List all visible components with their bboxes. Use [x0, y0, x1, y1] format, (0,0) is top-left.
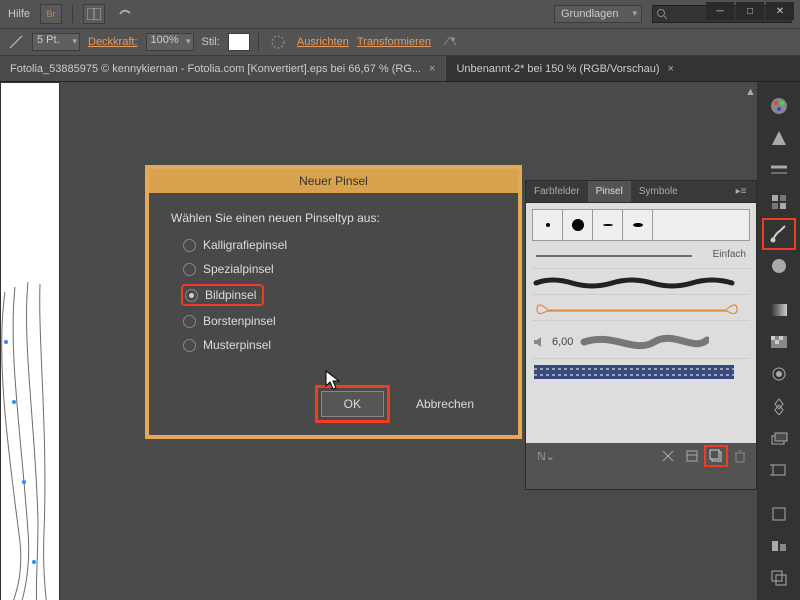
remove-stroke-icon[interactable]	[658, 447, 678, 465]
tab-swatches[interactable]: Farbfelder	[526, 181, 588, 202]
brush-panel-tabs: Farbfelder Pinsel Symbole ▸≡	[526, 181, 756, 203]
tab-brushes[interactable]: Pinsel	[588, 181, 631, 202]
workspace-dropdown[interactable]: Grundlagen	[554, 5, 642, 23]
panel-menu-icon[interactable]: ▸≡	[726, 181, 756, 202]
new-brush-button[interactable]	[706, 447, 726, 465]
stroke-width-input[interactable]: 5 Pt.	[32, 33, 80, 51]
doc-tab-label: Unbenannt-2* bei 150 % (RGB/Vorschau)	[456, 63, 659, 75]
recolor-icon[interactable]	[267, 32, 289, 52]
transform-link[interactable]: Transformieren	[357, 36, 431, 48]
brush-simple-label: Einfach	[713, 249, 746, 260]
style-label: Stil:	[202, 36, 220, 48]
close-icon[interactable]: ×	[429, 63, 435, 75]
new-brush-dialog: Neuer Pinsel Wählen Sie einen neuen Pins…	[145, 165, 522, 439]
bridge-icon[interactable]: Br	[40, 4, 62, 24]
color-icon[interactable]	[764, 92, 794, 120]
dialog-buttons: OK Abbrechen	[321, 391, 496, 417]
dialog-prompt: Wählen Sie einen neuen Pinseltyp aus:	[171, 211, 496, 225]
style-swatch[interactable]	[228, 33, 250, 51]
tab-symbols[interactable]: Symbole	[631, 181, 686, 202]
brush-tip-3[interactable]	[593, 210, 623, 240]
options-bar: 5 Pt. Deckkraft: 100% Stil: Ausrichten T…	[0, 28, 800, 56]
document-tabs: Fotolia_53885975 © kennykiernan - Fotoli…	[0, 56, 800, 82]
doc-tab-2[interactable]: Unbenannt-2* bei 150 % (RGB/Vorschau) ×	[445, 56, 683, 81]
layers-icon[interactable]	[764, 424, 794, 452]
dialog-body: Wählen Sie einen neuen Pinseltyp aus: Ka…	[149, 193, 518, 375]
radio-calligraphy[interactable]: Kalligrafiepinsel	[171, 233, 496, 257]
brush-tip-5[interactable]	[653, 210, 749, 240]
brush-list[interactable]: Einfach 6,00	[526, 203, 756, 443]
close-button[interactable]: ✕	[766, 2, 794, 20]
panel-dock	[757, 82, 800, 600]
radio-label: Bildpinsel	[205, 288, 256, 302]
brush-size-row[interactable]: 6,00	[532, 325, 750, 359]
dialog-title: Neuer Pinsel	[149, 169, 518, 193]
swatches-icon[interactable]	[764, 188, 794, 216]
opacity-label[interactable]: Deckkraft:	[88, 36, 138, 48]
stroke-width-value: 5 Pt.	[37, 34, 60, 46]
transparency-icon[interactable]	[764, 328, 794, 356]
radio-label: Spezialpinsel	[203, 262, 274, 276]
radio-label: Borstenpinsel	[203, 314, 276, 328]
menubar: Hilfe Br Grundlagen ─ □ ✕	[0, 0, 800, 28]
maximize-button[interactable]: □	[736, 2, 764, 20]
radio-bristle[interactable]: Borstenpinsel	[171, 309, 496, 333]
help-menu[interactable]: Hilfe	[8, 8, 30, 20]
ok-button[interactable]: OK	[321, 391, 384, 417]
brush-panel-footer: ℕ⌄	[526, 443, 756, 469]
gpu-icon[interactable]	[115, 4, 137, 24]
appearance-icon[interactable]	[764, 360, 794, 388]
line-tool-icon	[8, 34, 24, 50]
brush-simple[interactable]: Einfach	[532, 247, 750, 269]
isolate-icon[interactable]	[439, 32, 461, 52]
brush-tip-2[interactable]	[563, 210, 593, 240]
brushes-icon[interactable]	[764, 220, 794, 248]
radio-pattern[interactable]: Musterpinsel	[171, 333, 496, 357]
pathfinder-icon[interactable]	[764, 564, 794, 592]
doc-tab-label: Fotolia_53885975 © kennykiernan - Fotoli…	[10, 63, 421, 75]
guide-icon[interactable]	[764, 124, 794, 152]
brush-rough[interactable]	[532, 273, 750, 295]
doc-tab-1[interactable]: Fotolia_53885975 © kennykiernan - Fotoli…	[0, 56, 445, 81]
artboards-icon[interactable]	[764, 456, 794, 484]
align-icon[interactable]	[764, 532, 794, 560]
speaker-icon	[532, 335, 546, 349]
brush-tip-4[interactable]	[623, 210, 653, 240]
radio-label: Musterpinsel	[203, 338, 271, 352]
radio-label: Kalligrafiepinsel	[203, 238, 287, 252]
minimize-button[interactable]: ─	[706, 2, 734, 20]
opacity-input[interactable]: 100%	[146, 33, 194, 51]
arrange-docs-icon[interactable]	[83, 4, 105, 24]
window-controls: ─ □ ✕	[706, 2, 794, 20]
cancel-button[interactable]: Abbrechen	[394, 392, 496, 416]
brush-panel: Farbfelder Pinsel Symbole ▸≡ Einfach 6,0…	[525, 180, 757, 490]
transform-icon[interactable]	[764, 500, 794, 528]
brush-options-icon[interactable]	[682, 447, 702, 465]
opacity-value: 100%	[151, 34, 179, 46]
symbols-icon[interactable]	[764, 252, 794, 280]
gradient-icon[interactable]	[764, 296, 794, 324]
brush-tip-1[interactable]	[533, 210, 563, 240]
stroke-icon[interactable]	[764, 156, 794, 184]
brush-pattern[interactable]	[532, 359, 750, 389]
close-icon[interactable]: ×	[668, 63, 674, 75]
delete-brush-icon[interactable]	[730, 447, 750, 465]
brush-ribbon[interactable]	[532, 299, 750, 321]
radio-scatter[interactable]: Spezialpinsel	[171, 257, 496, 281]
brush-size-value: 6,00	[552, 336, 573, 348]
align-link[interactable]: Ausrichten	[297, 36, 349, 48]
radio-art[interactable]: Bildpinsel	[171, 281, 496, 309]
artboard	[0, 82, 60, 600]
brush-tips-row	[532, 209, 750, 241]
brush-library-icon[interactable]: ℕ⌄	[536, 447, 556, 465]
workspace-label: Grundlagen	[561, 8, 619, 20]
graphic-styles-icon[interactable]	[764, 392, 794, 420]
